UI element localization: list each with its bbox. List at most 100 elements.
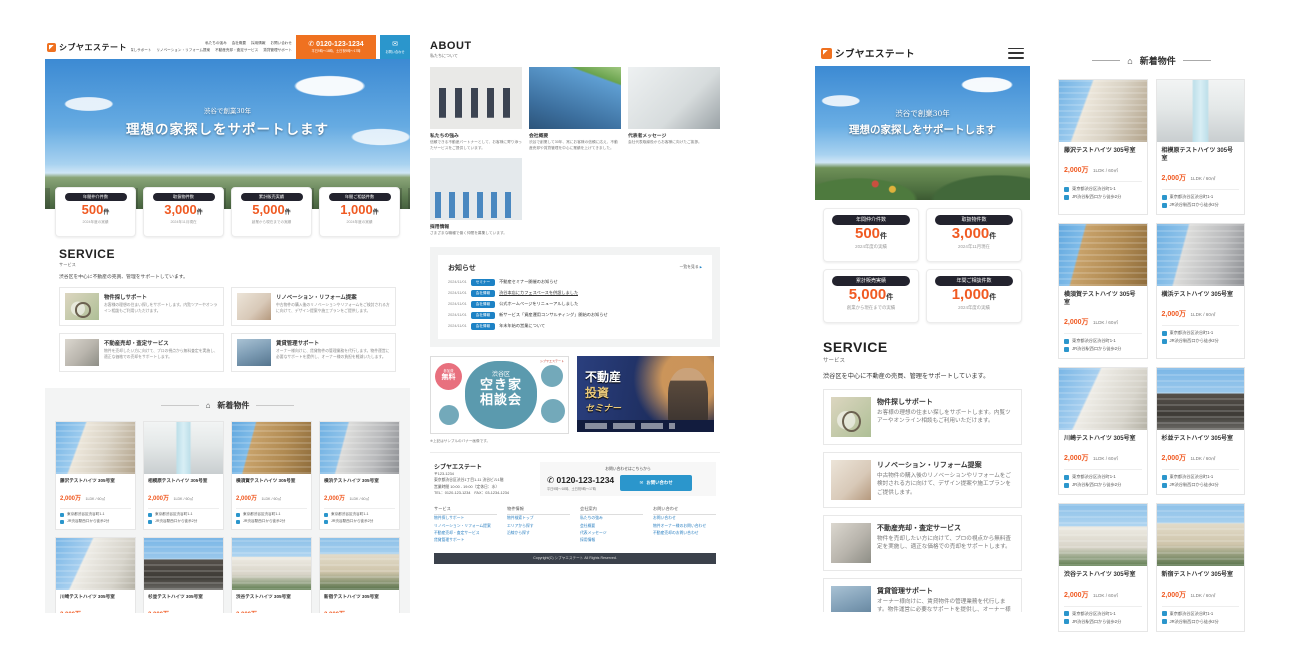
footer-link[interactable]: 物件検索トップ <box>507 515 570 522</box>
property-card[interactable]: 藤沢テストハイツ 305号室 2,000万 1LDK / 60㎡ 東京都渋谷区渋… <box>1058 79 1148 215</box>
pin-icon <box>1162 195 1167 200</box>
service-card-title: 不動産売却・査定サービス <box>104 339 218 347</box>
property-card[interactable]: 渋谷テストハイツ 305号室 2,000万 1LDK / 60㎡ 東京都渋谷区渋… <box>231 537 312 613</box>
property-name: 新宿テストハイツ 305号室 <box>324 594 395 600</box>
footer-link[interactable]: 会社概要 <box>580 523 643 530</box>
about-card[interactable]: 私たちの強み 信頼できる不動産パートナーとして、お客様に寄り添ったサービスをご提… <box>430 67 522 151</box>
about-card[interactable]: 会社概要 渋谷で創業して30年、常にお客様の信頼に応え、不動産売却や賃貸管理を中… <box>529 67 621 151</box>
footer-link[interactable]: 沿線から探す <box>507 530 570 537</box>
news-item[interactable]: 2024/11/01 会社情報 年末年始の営業について <box>448 323 702 330</box>
nav-top-row: 私たちの強み 会社概要 採用情報 お問い合わせ <box>205 41 292 46</box>
property-card[interactable]: 横浜テストハイツ 305号室 2,000万 1LDK / 60㎡ 東京都渋谷区渋… <box>1156 223 1246 359</box>
service-card-desc: お客様の理想の住まい探しをサポートします。内覧ツアーやオンライン相談もご利用いた… <box>877 409 1014 426</box>
about-grid: 私たちの強み 信頼できる不動産パートナーとして、お客様に寄り添ったサービスをご提… <box>430 67 720 237</box>
nav-main-link[interactable]: リノベーション・リフォーム提案 <box>156 48 210 53</box>
footer-link[interactable]: リノベーション・リフォーム提案 <box>434 523 497 530</box>
section-heading: ⌂ 新着物件 <box>1058 54 1245 67</box>
property-name: 新宿テストハイツ 305号室 <box>1162 571 1240 579</box>
property-card[interactable]: 渋谷テストハイツ 305号室 2,000万 1LDK / 60㎡ 東京都渋谷区渋… <box>1058 503 1148 631</box>
footer-link[interactable]: 不動産売却のお問い合わせ <box>653 530 716 537</box>
property-access: JR渋谷駅西口から徒歩2分 <box>1072 194 1121 200</box>
service-card[interactable]: リノベーション・リフォーム提案 中古物件の購入後のリノベーションやリフォームをご… <box>823 452 1022 508</box>
footer-link[interactable]: 賃貸管理サポート <box>434 537 497 544</box>
property-photo <box>1157 80 1245 142</box>
property-photo <box>1059 224 1147 286</box>
property-name: 相模原テストハイツ 305号室 <box>1162 147 1240 163</box>
footer-link[interactable]: 物件探しサポート <box>434 515 497 522</box>
property-card[interactable]: 杉並テストハイツ 305号室 2,000万 1LDK / 60㎡ 東京都渋谷区渋… <box>143 537 224 613</box>
train-icon <box>1064 195 1069 200</box>
news-date: 2024/11/01 <box>448 313 467 317</box>
property-card[interactable]: 新宿テストハイツ 305号室 2,000万 1LDK / 60㎡ 東京都渋谷区渋… <box>319 537 400 613</box>
footer-link[interactable]: 私たちの強み <box>580 515 643 522</box>
stat-card: 年間ご相談件数 1,000件 2024年度の実績 <box>926 269 1022 323</box>
footer-phone[interactable]: ✆ 0120-123-1234 <box>547 475 614 486</box>
footer-link[interactable]: 採用情報 <box>580 537 643 544</box>
property-card[interactable]: 新宿テストハイツ 305号室 2,000万 1LDK / 60㎡ 東京都渋谷区渋… <box>1156 503 1246 631</box>
property-card[interactable]: 杉並テストハイツ 305号室 2,000万 1LDK / 60㎡ 東京都渋谷区渋… <box>1156 367 1246 495</box>
nav-top-link[interactable]: 採用情報 <box>251 41 265 46</box>
nav-top-link[interactable]: お問い合わせ <box>270 41 292 46</box>
about-card[interactable]: 採用情報 さまざまな職種で働く仲間を募集しています。 <box>430 158 522 237</box>
about-card-desc: 渋谷で創業して30年、常にお客様の信頼に応え、不動産売却や賃貸管理を中心に業績を… <box>529 140 621 151</box>
footer-link[interactable]: エリアから探す <box>507 523 570 530</box>
header-phone[interactable]: ✆ 0120-123-1234 平日9時～18時、土日祝9時～17時 <box>296 35 376 59</box>
service-card[interactable]: 物件探しサポート お客様の理想の住まい探しをサポートします。内覧ツアーやオンライ… <box>59 287 224 326</box>
property-access: JR渋谷駅西口から徒歩2分 <box>1170 482 1219 488</box>
property-name: 川崎テストハイツ 305号室 <box>60 594 131 600</box>
property-card[interactable]: 横浜テストハイツ 305号室 2,000万 1LDK / 60㎡ 東京都渋谷区渋… <box>319 421 400 530</box>
property-card[interactable]: 川崎テストハイツ 305号室 2,000万 1LDK / 60㎡ 東京都渋谷区渋… <box>1058 367 1148 495</box>
nav-main-link[interactable]: 不動産売却・査定サービス <box>215 48 258 53</box>
service-card-title: 物件探しサポート <box>104 293 218 301</box>
train-icon <box>236 520 240 524</box>
pin-icon <box>324 513 328 517</box>
service-photo <box>831 586 871 612</box>
property-card[interactable]: 藤沢テストハイツ 305号室 2,000万 1LDK / 60㎡ 東京都渋谷区渋… <box>55 421 136 530</box>
stat-value: 1,000 <box>340 202 373 217</box>
footer-link[interactable]: 不動産売却・査定サービス <box>434 530 497 537</box>
about-section: ABOUT 私たちについて 私たちの強み 信頼できる不動産パートナーとして、お客… <box>430 40 720 237</box>
service-card[interactable]: 物件探しサポート お客様の理想の住まい探しをサポートします。内覧ツアーやオンライ… <box>823 389 1022 445</box>
nav-top-link[interactable]: 会社概要 <box>232 41 246 46</box>
stat-unit: 件 <box>285 210 291 216</box>
footer-link[interactable]: 物件オーナー様のお問い合わせ <box>653 523 716 530</box>
footer-link[interactable]: 代表メッセージ <box>580 530 643 537</box>
investment-seminar-banner[interactable]: 不動産 投資 セミナー <box>577 356 714 432</box>
vacant-house-banner[interactable]: シブヤエステート 参加費 無料 渋谷区 空き家 相談会 <box>430 356 569 434</box>
stat-value: 3,000 <box>164 202 197 217</box>
news-item[interactable]: 2024/11/01 会社情報 渋谷本店にカフェスペースを併設しました <box>448 290 702 297</box>
property-card[interactable]: 川崎テストハイツ 305号室 2,000万 1LDK / 60㎡ 東京都渋谷区渋… <box>55 537 136 613</box>
pin-icon <box>148 513 152 517</box>
footer-contact-button[interactable]: ✉ お問い合わせ <box>620 475 692 491</box>
news-item[interactable]: 2024/11/01 セミナー 不動産セミナー開催のお知らせ <box>448 279 702 286</box>
service-card[interactable]: 不動産売却・査定サービス 物件を売却したい方に向けて、プロの視点から無料査定を実… <box>823 515 1022 571</box>
mobile-header: シブヤエステート <box>815 40 1030 66</box>
news-item[interactable]: 2024/11/01 会社情報 公式ホームページをリニューアルしました <box>448 301 702 308</box>
nav-main-link[interactable]: 賃貸管理サポート <box>263 48 292 53</box>
decor-circle <box>541 365 563 387</box>
service-card[interactable]: 賃貸管理サポート オーナー様向けに、賃貸物件の管理業務を代行します。物件運営に必… <box>231 333 396 372</box>
logo[interactable]: シブヤエステート <box>821 46 915 60</box>
nav-main-link[interactable]: 物件探しサポート <box>131 48 151 53</box>
footer-contact-box: お問い合わせはこちらから ✆ 0120-123-1234 平日9時～18時、土日… <box>540 462 716 497</box>
property-card[interactable]: 相模原テストハイツ 305号室 2,000万 1LDK / 60㎡ 東京都渋谷区… <box>1156 79 1246 215</box>
hamburger-menu-icon[interactable] <box>1008 48 1024 59</box>
about-card[interactable]: 代表者メッセージ 会社代表取締役からお客様に向けたご挨拶。 <box>628 67 720 151</box>
news-more-link[interactable]: 一覧を見る ▶ <box>680 265 702 270</box>
property-price: 2,000万 <box>1162 311 1187 318</box>
service-card[interactable]: 不動産売却・査定サービス 物件を売却したい方に向けて、プロの視点から無料査定を実… <box>59 333 224 372</box>
property-card[interactable]: 横須賀テストハイツ 305号室 2,000万 1LDK / 60㎡ 東京都渋谷区… <box>231 421 312 530</box>
banner-row: シブヤエステート 参加費 無料 渋谷区 空き家 相談会 不動産 投資 セミナー <box>430 347 720 436</box>
service-card[interactable]: 賃貸管理サポート オーナー様向けに、賃貸物件の管理業務を代行します。物件運営に必… <box>823 578 1022 612</box>
service-card[interactable]: リノベーション・リフォーム提案 中古物件の購入後のリノベーションやリフォームをご… <box>231 287 396 326</box>
about-card-title: 採用情報 <box>430 223 522 230</box>
header-contact-button[interactable]: ✉ お問い合わせ <box>380 35 410 59</box>
news-item[interactable]: 2024/11/01 会社情報 新サービス「資産運用コンサルティング」開始のお知… <box>448 312 702 319</box>
nav-top-link[interactable]: 私たちの強み <box>205 41 227 46</box>
stat-unit: 件 <box>880 233 887 240</box>
logo[interactable]: シブヤエステート <box>45 35 127 59</box>
property-card[interactable]: 横須賀テストハイツ 305号室 2,000万 1LDK / 60㎡ 東京都渋谷区… <box>1058 223 1148 359</box>
property-card[interactable]: 相模原テストハイツ 305号室 2,000万 1LDK / 60㎡ 東京都渋谷区… <box>143 421 224 530</box>
footer-link[interactable]: お問い合わせ <box>653 515 716 522</box>
property-spec: 1LDK / 60㎡ <box>1093 320 1118 325</box>
